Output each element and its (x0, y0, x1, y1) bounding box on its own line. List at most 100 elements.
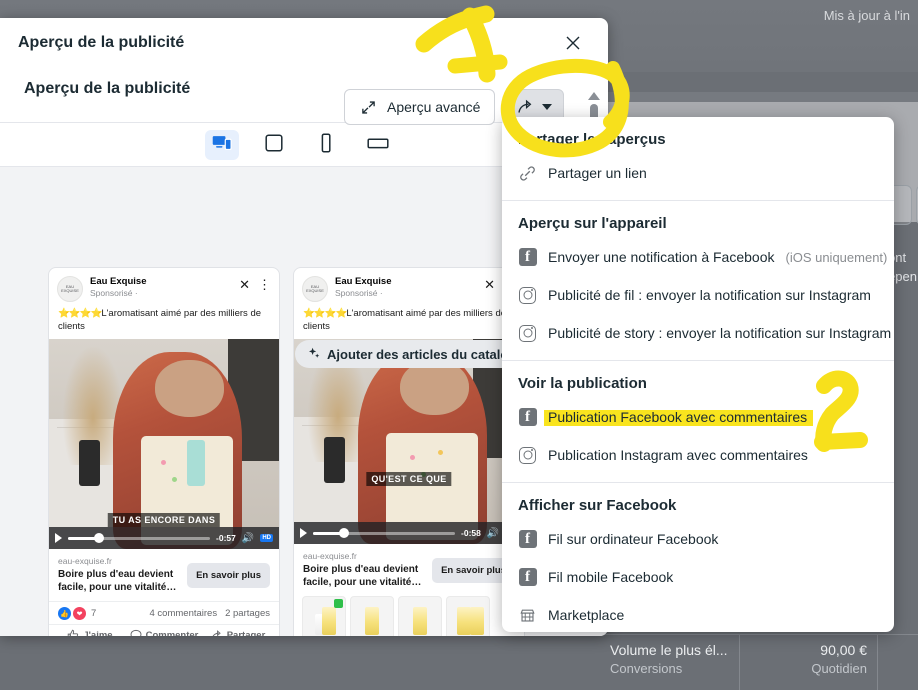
table-cell-objective: Volume le plus él... Conversions (600, 635, 740, 690)
menu-item-story-ad-instagram-notification[interactable]: Publicité de story : envoyer la notifica… (502, 314, 894, 352)
share-count: 2 partages (225, 608, 270, 619)
ad-link-title: Boire plus d'eau devient facile, pour un… (303, 564, 422, 588)
add-catalog-items-button[interactable]: Ajouter des articles du catalog (295, 340, 530, 368)
video-frame (294, 339, 524, 544)
ad-link-text: eau-exquise.fr Boire plus d'eau devient … (58, 556, 181, 594)
comment-bubble-icon (130, 629, 142, 636)
menu-item-label: Publicité de story : envoyer la notifica… (548, 325, 892, 341)
volume-icon[interactable]: 🔊 (487, 528, 499, 539)
ad-link-row: eau-exquise.fr Boire plus d'eau devient … (49, 549, 279, 601)
facebook-icon: f (518, 530, 537, 549)
close-icon[interactable] (560, 30, 586, 56)
video-progress-slider[interactable] (68, 533, 211, 543)
device-tab-horizontal[interactable] (361, 130, 395, 160)
instagram-icon (518, 324, 537, 343)
menu-item-label: Fil sur ordinateur Facebook (548, 531, 719, 547)
ad-link-text: eau-exquise.fr Boire plus d'eau devient … (303, 551, 426, 589)
scroll-up-arrow-icon[interactable] (588, 92, 600, 100)
desktop-mobile-icon (212, 135, 232, 154)
volume-icon[interactable]: 🔊 (242, 533, 254, 544)
avatar-text: EAU EXQUISE (306, 283, 324, 293)
menu-item-instagram-post-with-comments[interactable]: Publication Instagram avec commentaires (502, 436, 894, 474)
reaction-count: 7 (91, 608, 97, 619)
play-icon[interactable] (55, 533, 62, 543)
brand-name: Eau Exquise (90, 276, 147, 287)
hd-badge[interactable]: HD (260, 534, 273, 542)
video-time-remaining: -0:58 (461, 528, 481, 538)
menu-item-facebook-desktop-feed[interactable]: f Fil sur ordinateur Facebook (502, 520, 894, 558)
engagement-counts: 4 commentaires 2 partages (150, 608, 271, 619)
menu-item-feed-ad-instagram-notification[interactable]: Publicité de fil : envoyer la notificati… (502, 276, 894, 314)
sponsored-label: Sponsorisé · (335, 288, 383, 298)
marketplace-icon (518, 606, 537, 625)
like-reaction-icon: 👍 (58, 607, 71, 620)
play-icon[interactable] (300, 528, 307, 538)
instagram-icon (518, 286, 537, 305)
ad-video[interactable]: QU'EST CE QUE -0:58 🔊 HD (294, 339, 524, 544)
campaign-table-row[interactable]: Volume le plus él... Conversions 90,00 €… (600, 634, 918, 690)
star-rating: ⭐⭐⭐⭐ (58, 308, 102, 319)
menu-section-title: Voir la publication (518, 375, 647, 392)
catalog-thumbnail[interactable] (350, 596, 394, 636)
comment-button[interactable]: Commenter (127, 629, 201, 636)
close-icon[interactable]: ✕ (239, 278, 250, 291)
device-tab-vertical[interactable] (309, 130, 343, 160)
menu-item-label: Publicité de fil : envoyer la notificati… (548, 287, 871, 303)
sponsored-label: Sponsorisé · (90, 288, 138, 298)
facebook-icon: f (518, 568, 537, 587)
catalog-thumbnail-strip (294, 596, 524, 636)
catalog-thumbnail[interactable] (446, 596, 490, 636)
advanced-preview-button[interactable]: Aperçu avancé (344, 89, 496, 125)
device-tab-desktop-and-mobile[interactable] (205, 129, 239, 160)
brand-name: Eau Exquise (335, 276, 392, 287)
love-reaction-icon: ❤ (73, 607, 86, 620)
budget-value: 90,00 € (820, 642, 867, 658)
menu-section-title: Afficher sur Facebook (518, 497, 677, 514)
close-icon[interactable]: ✕ (484, 278, 495, 291)
comment-count: 4 commentaires (149, 608, 218, 619)
catalog-thumbnail[interactable] (398, 596, 442, 636)
menu-section-title: Aperçu sur l'appareil (518, 215, 667, 232)
like-button-label: J'aime (83, 629, 113, 637)
ad-primary-text: ⭐⭐⭐⭐L'aromatisant aimé par des milliers … (49, 306, 279, 339)
ad-social-counts: 👍 ❤ 7 4 commentaires 2 partages (49, 601, 279, 624)
ad-preview-card: EAU EXQUISE Eau Exquise Sponsorisé · ✕ ⋮… (293, 267, 525, 636)
star-rating: ⭐⭐⭐⭐ (303, 308, 347, 319)
menu-item-facebook-post-with-comments[interactable]: f Publication Facebook avec commentaires (502, 398, 894, 436)
more-options-icon[interactable]: ⋮ (258, 278, 271, 291)
objective-sublabel: Conversions (610, 661, 683, 676)
ad-preview-card: EAU EXQUISE Eau Exquise Sponsorisé · ✕ ⋮… (48, 267, 280, 636)
video-progress-slider[interactable] (313, 528, 456, 538)
ad-link-domain: eau-exquise.fr (303, 551, 357, 561)
menu-item-facebook-mobile-feed[interactable]: f Fil mobile Facebook (502, 558, 894, 596)
menu-item-label: Envoyer une notification à Facebook (548, 249, 775, 265)
thumbs-up-icon (68, 629, 79, 636)
video-controls[interactable]: -0:58 🔊 HD (294, 522, 524, 544)
facebook-icon: f (518, 248, 537, 267)
table-cell-empty (878, 635, 918, 690)
video-time-remaining: -0:57 (216, 533, 236, 543)
menu-item-label: Publication Instagram avec commentaires (548, 447, 808, 463)
menu-item-marketplace[interactable]: Marketplace (502, 596, 894, 632)
rectangle-landscape-icon (367, 135, 389, 154)
facebook-icon: f (518, 408, 537, 427)
page-title: Aperçu de la publicité (24, 80, 191, 97)
expand-diagonal-icon (359, 98, 378, 117)
cta-button[interactable]: En savoir plus (187, 562, 270, 588)
video-controls[interactable]: -0:57 🔊 HD (49, 527, 279, 549)
share-post-button[interactable]: Partager (201, 629, 275, 636)
catalog-thumbnail[interactable] (302, 596, 346, 636)
card-header: EAU EXQUISE Eau Exquise Sponsorisé · ✕ ⋮ (49, 268, 279, 306)
menu-item-share-link[interactable]: Partager un lien (502, 154, 894, 192)
device-tab-square[interactable] (257, 130, 291, 160)
like-button[interactable]: J'aime (53, 629, 127, 636)
menu-item-send-facebook-notification[interactable]: f Envoyer une notification à Facebook (i… (502, 238, 894, 276)
menu-item-label: Fil mobile Facebook (548, 569, 674, 585)
ad-video[interactable]: TU AS ENCORE DANS -0:57 🔊 HD (49, 339, 279, 549)
menu-item-note: (iOS uniquement) (785, 249, 888, 265)
link-icon (518, 164, 537, 183)
card-header: EAU EXQUISE Eau Exquise Sponsorisé · ✕ ⋮ (294, 268, 524, 306)
advanced-preview-label: Aperçu avancé (387, 99, 481, 115)
comment-button-label: Commenter (145, 629, 199, 637)
share-arrow-icon (517, 98, 536, 117)
